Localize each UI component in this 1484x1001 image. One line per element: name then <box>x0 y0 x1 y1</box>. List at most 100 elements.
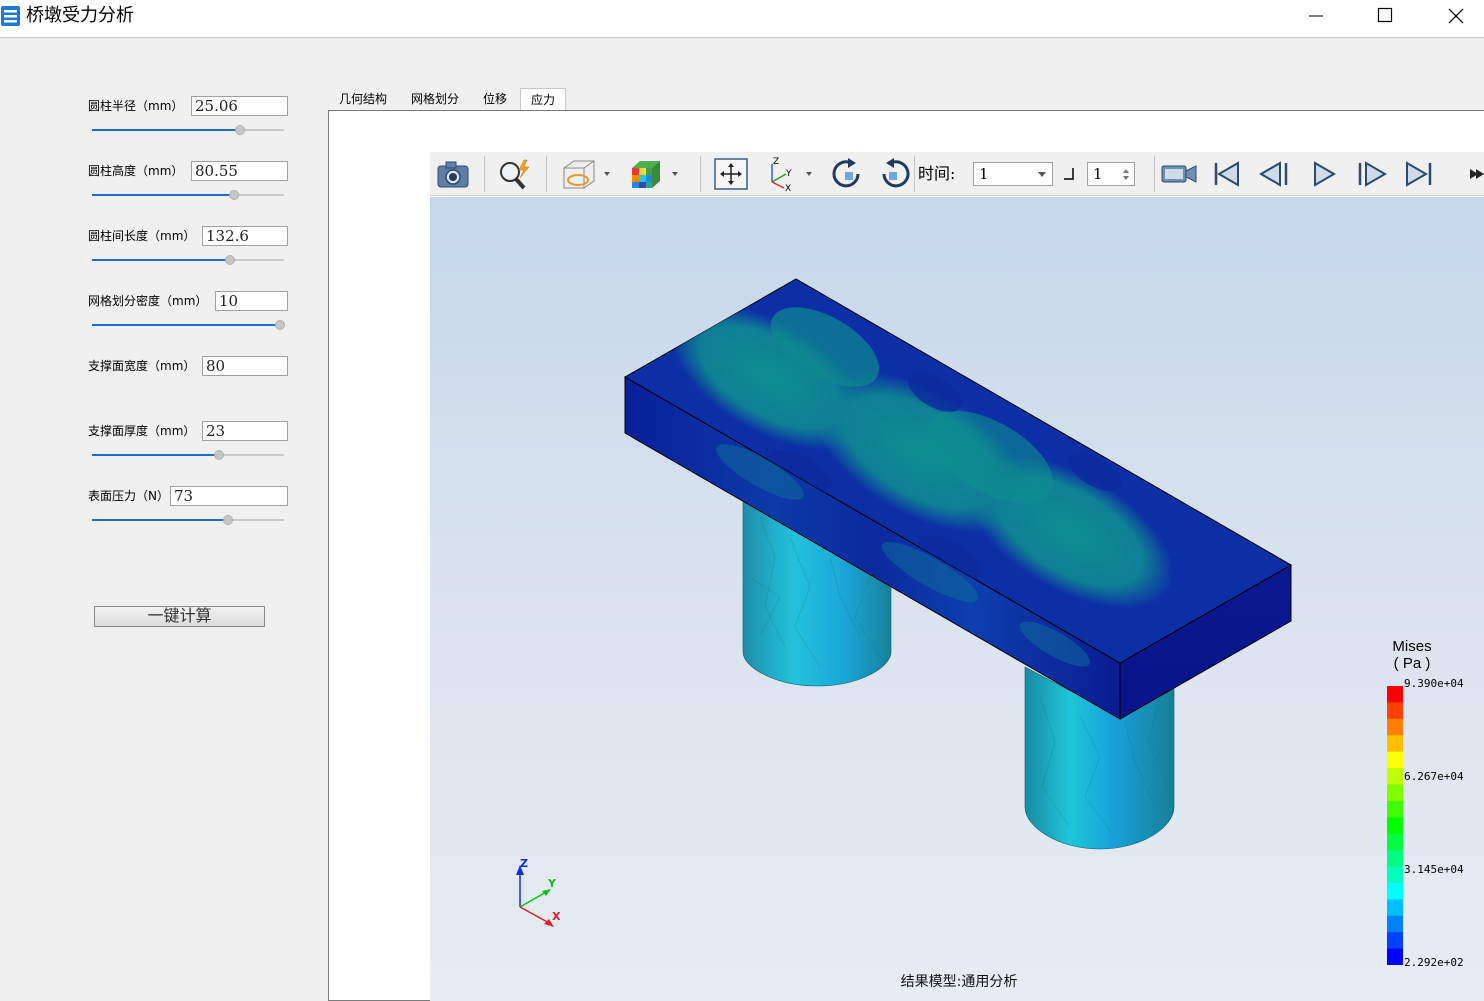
support-thickness-slider[interactable] <box>92 449 284 461</box>
support-width-input[interactable]: 80 <box>202 356 288 376</box>
maximize-button[interactable] <box>1350 0 1420 32</box>
viewer-toolbar: Z Y X 时间: 1 1 <box>430 152 1484 196</box>
legend-swatch <box>1387 850 1403 868</box>
zoom-icon[interactable] <box>494 156 536 192</box>
colormap-icon[interactable] <box>626 156 684 192</box>
legend-swatch <box>1387 735 1403 753</box>
legend-swatch <box>1387 948 1403 965</box>
close-button[interactable] <box>1420 0 1484 32</box>
tab-mesh[interactable]: 网格划分 <box>406 88 464 110</box>
legend-swatch <box>1387 833 1403 851</box>
triad-z-label: Z <box>520 857 528 870</box>
param-cylinder-radius: 圆柱半径（mm） 25.06 <box>0 96 310 146</box>
last-frame-icon[interactable] <box>1400 156 1438 192</box>
triad-x-label: X <box>552 910 561 923</box>
legend-swatch <box>1387 686 1403 703</box>
slider-handle[interactable] <box>225 255 236 265</box>
fit-view-icon[interactable] <box>712 156 750 192</box>
legend-unit: ( Pa ) <box>1393 655 1431 672</box>
cylinder-radius-input[interactable]: 25.06 <box>191 96 288 116</box>
param-label: 圆柱半径（mm） <box>88 99 184 113</box>
param-cylinder-height: 圆柱高度（mm） 80.55 <box>0 161 310 211</box>
title-bar: 桥墩受力分析 <box>0 0 1484 38</box>
legend-tick-2: 6.267e+04 <box>1404 770 1464 783</box>
mesh-density-input[interactable]: 10 <box>215 291 288 311</box>
slider-handle[interactable] <box>275 320 286 330</box>
param-cylinder-spacing: 圆柱间长度（mm） 132.6 <box>0 226 310 276</box>
legend-swatch <box>1387 882 1403 900</box>
window-title: 桥墩受力分析 <box>26 5 134 26</box>
maximize-icon <box>1377 7 1393 23</box>
spin-down-icon[interactable] <box>1123 176 1129 180</box>
3d-viewport[interactable]: Z Y X Mises ( Pa ) 9.390e+04 6.267e+04 3… <box>430 197 1484 1001</box>
result-model-status: 结果模型:通用分析 <box>900 974 1018 990</box>
legend-swatch <box>1387 784 1403 802</box>
calculate-button[interactable]: 一键计算 <box>94 606 265 627</box>
first-frame-icon[interactable] <box>1208 156 1246 192</box>
minimize-icon <box>1309 15 1323 17</box>
close-icon <box>1448 8 1464 24</box>
tab-geometry[interactable]: 几何结构 <box>334 88 392 110</box>
next-frame-icon[interactable] <box>1352 156 1390 192</box>
legend-swatch <box>1387 817 1403 835</box>
legend-tick-min: 2.292e+02 <box>1404 956 1464 969</box>
svg-text:X: X <box>785 184 791 192</box>
slider-handle[interactable] <box>234 125 245 135</box>
rotate-cw-icon[interactable] <box>828 156 866 192</box>
svg-text:Z: Z <box>773 157 779 167</box>
legend-color-bar <box>1387 686 1403 965</box>
camera-icon[interactable] <box>434 156 472 192</box>
rotate-ccw-icon[interactable] <box>876 156 914 192</box>
param-label: 网格划分密度（mm） <box>88 294 208 308</box>
cylinder-radius-slider[interactable] <box>92 124 284 136</box>
app-icon <box>1 6 20 26</box>
mesh-density-slider[interactable] <box>92 319 286 331</box>
step-value: 1 <box>1093 165 1103 183</box>
stress-model-render: Z Y X <box>516 278 1293 927</box>
param-label: 支撑面宽度（mm） <box>88 359 196 373</box>
param-label: 表面压力（N） <box>88 489 169 503</box>
more-icon[interactable] <box>1466 156 1484 192</box>
legend-tick-max: 9.390e+04 <box>1404 677 1464 690</box>
prev-frame-icon[interactable] <box>1256 156 1294 192</box>
param-mesh-density: 网格划分密度（mm） 10 <box>0 291 310 341</box>
time-select[interactable]: 1 <box>973 162 1053 186</box>
surface-pressure-slider[interactable] <box>92 514 284 526</box>
play-icon[interactable] <box>1306 156 1342 192</box>
legend-tick-3: 3.145e+04 <box>1404 863 1464 876</box>
legend-swatch <box>1387 768 1403 785</box>
cylinder-height-slider[interactable] <box>92 189 284 201</box>
svg-text:Y: Y <box>785 169 792 179</box>
slider-handle[interactable] <box>229 190 240 200</box>
legend-swatch <box>1387 899 1403 917</box>
video-icon[interactable] <box>1158 156 1200 192</box>
axis-orientation-icon[interactable]: Z Y X <box>760 156 822 192</box>
cylinder-spacing-input[interactable]: 132.6 <box>202 226 288 246</box>
surface-pressure-input[interactable]: 73 <box>170 486 288 506</box>
tab-stress[interactable]: 应力 <box>520 88 566 111</box>
legend-swatch <box>1387 751 1403 769</box>
triad-y-label: Y <box>547 877 557 890</box>
param-support-thickness: 支撑面厚度（mm） 23 <box>0 421 310 471</box>
cylinder-height-input[interactable]: 80.55 <box>191 161 288 181</box>
tab-displacement[interactable]: 位移 <box>478 88 512 110</box>
param-label: 圆柱间长度（mm） <box>88 229 196 243</box>
minimize-button[interactable] <box>1280 0 1350 32</box>
display-mode-icon[interactable] <box>558 156 616 192</box>
legend-swatch <box>1387 800 1403 818</box>
legend-swatch <box>1387 702 1403 720</box>
slider-handle[interactable] <box>213 450 224 460</box>
param-label: 支撑面厚度（mm） <box>88 424 196 438</box>
legend-swatch <box>1387 866 1403 884</box>
spin-up-icon[interactable] <box>1123 169 1129 173</box>
time-label: 时间: <box>918 164 956 183</box>
legend-swatch <box>1387 915 1403 933</box>
slider-handle[interactable] <box>223 515 234 525</box>
chevron-down-icon <box>1038 172 1046 177</box>
param-surface-pressure: 表面压力（N） 73 <box>0 486 310 536</box>
cylinder-spacing-slider[interactable] <box>92 254 284 266</box>
step-spinbox[interactable]: 1 <box>1087 162 1135 186</box>
legend-title: Mises ( Pa ) <box>1382 638 1442 672</box>
support-thickness-input[interactable]: 23 <box>202 421 288 441</box>
legend-title-text: Mises <box>1392 638 1432 655</box>
